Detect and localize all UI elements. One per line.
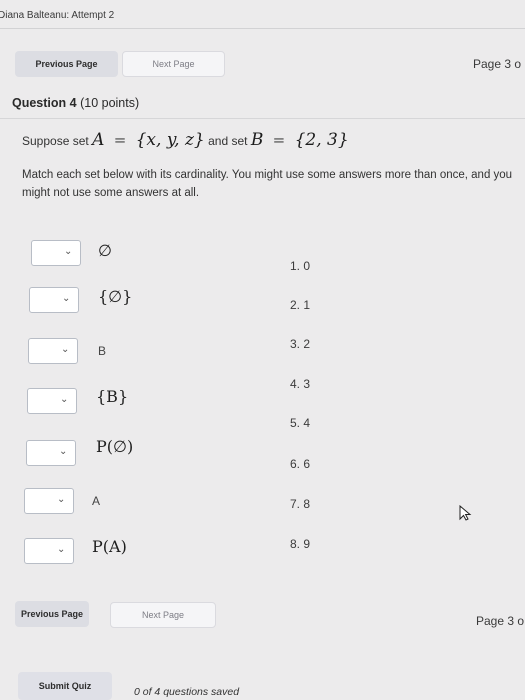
question-points: (10 points)	[80, 96, 140, 110]
match-dropdown-2[interactable]: ⌄	[29, 287, 79, 313]
set-item-b: B	[98, 344, 107, 358]
answer-option: 5. 4	[290, 416, 311, 430]
question-instruction: Match each set below with its cardinalit…	[22, 169, 513, 199]
match-dropdown-1[interactable]: ⌄	[31, 240, 81, 266]
previous-page-button[interactable]: Previous Page	[15, 51, 118, 77]
header-divider	[0, 28, 525, 29]
answer-option: 3. 2	[290, 337, 311, 351]
set-item-set-of-empty: {∅}	[98, 287, 133, 306]
prompt-connector: and set	[208, 134, 248, 148]
chevron-down-icon: ⌄	[60, 394, 69, 405]
chevron-down-icon: ⌄	[64, 246, 73, 257]
equals-sign: =	[113, 131, 127, 149]
mouse-cursor-icon	[459, 505, 472, 521]
set-b-name: B	[250, 130, 264, 150]
page-indicator-bottom: Page 3 o	[476, 614, 525, 628]
answer-option: 4. 3	[290, 377, 311, 391]
next-page-button[interactable]: Next Page	[122, 51, 225, 77]
equals-sign: =	[272, 131, 286, 149]
chevron-down-icon: ⌄	[57, 544, 66, 555]
match-dropdown-3[interactable]: ⌄	[28, 338, 78, 364]
match-dropdown-4[interactable]: ⌄	[27, 388, 77, 414]
attempt-title: Diana Balteanu: Attempt 2	[0, 10, 115, 21]
match-dropdown-7[interactable]: ⌄	[24, 538, 74, 564]
match-dropdown-6[interactable]: ⌄	[24, 488, 74, 514]
answer-option: 7. 8	[290, 497, 311, 511]
answer-option: 6. 6	[290, 457, 311, 471]
chevron-down-icon: ⌄	[59, 446, 68, 457]
chevron-down-icon: ⌄	[61, 344, 70, 355]
set-a-value: {x, y, z}	[135, 130, 205, 150]
save-status: 0 of 4 questions saved	[134, 686, 240, 698]
set-item-empty: ∅	[98, 241, 112, 260]
next-page-button-bottom[interactable]: Next Page	[110, 602, 216, 628]
question-prompt: Suppose set A = {x, y, z} and set B = {2…	[22, 130, 349, 150]
answer-option: 8. 9	[290, 537, 311, 551]
answer-option: 2. 1	[290, 298, 311, 312]
set-b-value: {2, 3}	[294, 130, 349, 150]
answer-option: 1. 0	[290, 259, 311, 273]
question-divider	[0, 118, 525, 119]
set-item-power-set-a: P(A)	[92, 537, 127, 556]
question-number: Question 4	[12, 96, 77, 110]
submit-quiz-button[interactable]: Submit Quiz	[18, 672, 112, 700]
set-item-set-of-b: {B}	[96, 387, 129, 406]
question-heading: Question 4 (10 points)	[12, 96, 139, 110]
chevron-down-icon: ⌄	[57, 494, 66, 505]
set-a-name: A	[92, 130, 105, 150]
set-item-power-set-empty: P(∅)	[96, 437, 134, 456]
set-item-a: A	[92, 494, 101, 508]
prompt-prefix: Suppose set	[22, 134, 89, 148]
previous-page-button-bottom[interactable]: Previous Page	[15, 601, 89, 627]
chevron-down-icon: ⌄	[62, 293, 71, 304]
match-dropdown-5[interactable]: ⌄	[26, 440, 76, 466]
page-indicator: Page 3 o	[473, 57, 522, 71]
